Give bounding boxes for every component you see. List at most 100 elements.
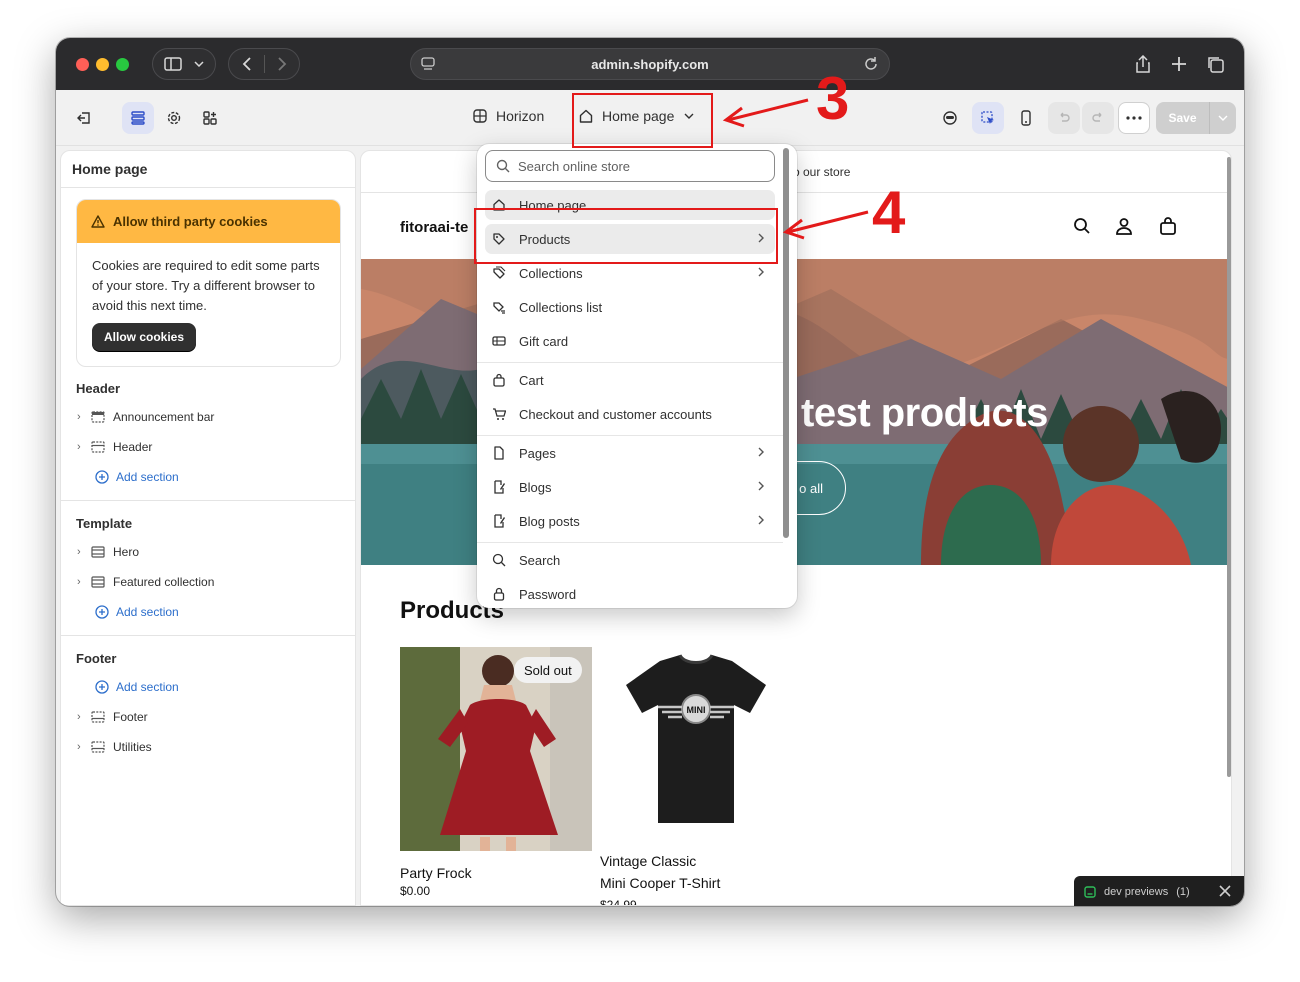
section-label: Hero (113, 545, 140, 559)
add-section-template[interactable]: Add section (95, 600, 179, 624)
account-icon[interactable] (1115, 217, 1133, 235)
menu-item-blogs[interactable]: Blogs (485, 472, 775, 502)
chevron-down-icon (194, 61, 204, 67)
group-title-header: Header (76, 381, 121, 396)
add-section-header[interactable]: Add section (95, 465, 179, 489)
menu-search-input[interactable]: Search online store (485, 150, 775, 182)
menu-item-gift-card[interactable]: Gift card (485, 326, 775, 356)
apps-icon (203, 111, 217, 125)
close-window-button[interactable] (76, 58, 89, 71)
ai-assistant-button[interactable] (934, 102, 966, 134)
menu-item-collections-list[interactable]: Collections list (485, 292, 775, 322)
allow-cookies-button[interactable]: Allow cookies (92, 323, 197, 351)
section-label: Utilities (113, 740, 152, 754)
chevron-right-icon[interactable]: › (77, 441, 91, 453)
tabs-icon (1208, 57, 1224, 73)
group-title-template: Template (76, 516, 133, 531)
close-icon[interactable] (1218, 884, 1232, 898)
save-options-button[interactable] (1210, 102, 1236, 134)
chevron-right-icon (758, 515, 764, 525)
tab-overview-button[interactable] (1198, 48, 1232, 80)
minimize-window-button[interactable] (96, 58, 109, 71)
section-row-utilities[interactable]: › Utilities (77, 735, 152, 759)
menu-item-pages[interactable]: Pages (485, 438, 775, 468)
cookie-banner-text: Cookies are required to edit some parts … (92, 258, 320, 313)
menu-item-cart[interactable]: Cart (485, 365, 775, 395)
forward-arrow-icon[interactable] (277, 56, 287, 72)
theme-name-label: Horizon (496, 108, 545, 124)
annotation-number-step-4: 4 (872, 179, 906, 246)
search-icon[interactable] (1073, 217, 1091, 235)
cart-bag-icon[interactable] (1159, 217, 1177, 235)
warning-icon (91, 215, 105, 228)
save-button-group: Save (1156, 102, 1236, 134)
zoom-window-button[interactable] (116, 58, 129, 71)
apps-button[interactable] (194, 102, 226, 134)
cookie-banner: Allow third party cookies Cookies are re… (76, 199, 341, 367)
announcement-bar-icon (91, 411, 113, 423)
page-menu-icon[interactable] (421, 57, 435, 71)
section-row-hero[interactable]: › Hero (77, 540, 139, 564)
section-label: Header (113, 440, 153, 454)
menu-item-blog-posts[interactable]: Blog posts (485, 506, 775, 536)
mobile-icon (1021, 110, 1031, 126)
header-section-icon (91, 441, 113, 453)
chevron-right-icon[interactable]: › (77, 741, 91, 753)
sections-button[interactable] (122, 102, 154, 134)
menu-item-search[interactable]: Search (485, 545, 775, 575)
undo-button[interactable] (1048, 102, 1080, 134)
footer-section-icon (91, 711, 113, 723)
inspector-button[interactable] (972, 102, 1004, 134)
add-section-footer[interactable]: Add section (95, 675, 179, 699)
chevron-right-icon (758, 447, 764, 457)
exit-button[interactable] (68, 102, 100, 134)
theme-selector[interactable]: Horizon (472, 108, 544, 124)
menu-item-label: Collections list (519, 299, 603, 315)
chevron-right-icon[interactable]: › (77, 711, 91, 723)
more-actions-button[interactable] (1118, 102, 1150, 134)
chevron-right-icon[interactable]: › (77, 411, 91, 423)
section-row-footer[interactable]: › Footer (77, 705, 148, 729)
section-row-header[interactable]: › Header (77, 435, 152, 459)
redo-button[interactable] (1082, 102, 1114, 134)
chevron-right-icon (758, 267, 764, 277)
store-name[interactable]: fitoraai-te (400, 219, 468, 236)
browser-window: admin.shopify.com Horizon Home page Save… (56, 38, 1244, 906)
product-card[interactable]: MINI Vintage Classic Mini Cooper T-Shirt… (600, 647, 792, 905)
save-button[interactable]: Save (1156, 102, 1210, 134)
menu-item-label: Blog posts (519, 513, 580, 529)
device-preview-button[interactable] (1010, 102, 1042, 134)
bag-icon (492, 373, 519, 387)
product-card[interactable]: Sold out Party Frock $0.00 (400, 647, 592, 898)
theme-settings-button[interactable] (158, 102, 190, 134)
section-row-featured-collection[interactable]: › Featured collection (77, 570, 214, 594)
gear-icon (167, 111, 181, 125)
search-icon (496, 159, 510, 173)
chevron-right-icon[interactable]: › (77, 546, 91, 558)
menu-item-checkout[interactable]: Checkout and customer accounts (485, 399, 775, 429)
section-row-announcement-bar[interactable]: › Announcement bar (77, 405, 214, 429)
tshirt-image: MINI (600, 647, 792, 839)
sidebar-toggle-button[interactable] (152, 48, 216, 80)
back-arrow-icon[interactable] (242, 56, 252, 72)
product-name-line2[interactable]: Mini Cooper T-Shirt (600, 872, 792, 894)
share-button[interactable] (1126, 48, 1160, 80)
chevron-right-icon[interactable]: › (77, 576, 91, 588)
url-text: admin.shopify.com (591, 56, 709, 72)
exit-icon (77, 112, 90, 124)
dev-previews-label: dev previews (1104, 886, 1169, 898)
product-name[interactable]: Party Frock (400, 862, 592, 884)
menu-item-label: Gift card (519, 333, 569, 349)
reload-icon[interactable] (863, 56, 879, 72)
preview-scrollbar[interactable] (1227, 157, 1231, 777)
collection-icon (492, 266, 519, 280)
plus-circle-icon (95, 680, 109, 694)
new-tab-button[interactable] (1162, 48, 1196, 80)
add-section-label: Add section (116, 680, 179, 694)
dev-previews-toast[interactable]: dev previews (1) (1074, 876, 1244, 906)
annotation-box-step-3 (572, 93, 713, 148)
annotation-arrow-step-3 (722, 98, 809, 128)
product-name[interactable]: Vintage Classic (600, 850, 792, 872)
gift-card-icon (492, 334, 519, 348)
menu-item-password[interactable]: Password (485, 579, 775, 608)
